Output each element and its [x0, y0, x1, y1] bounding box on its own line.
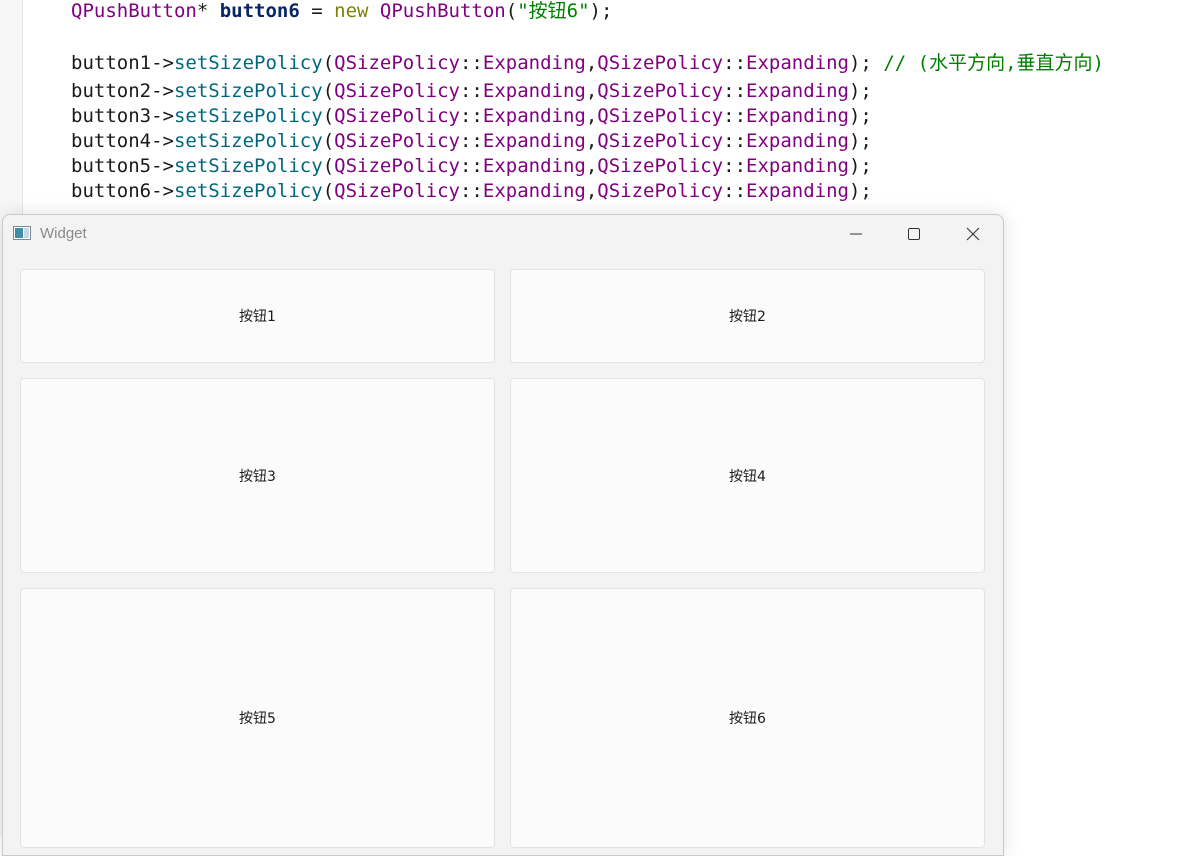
- code-line: button3->setSizePolicy(QSizePolicy::Expa…: [71, 105, 872, 127]
- code-line: button6->setSizePolicy(QSizePolicy::Expa…: [71, 180, 872, 202]
- push-button-1[interactable]: 按钮1: [20, 269, 495, 363]
- window-title: Widget: [40, 225, 87, 242]
- push-button-6[interactable]: 按钮6: [510, 588, 985, 848]
- maximize-button[interactable]: [885, 215, 943, 253]
- code-line: button1->setSizePolicy(QSizePolicy::Expa…: [71, 52, 1104, 74]
- push-button-2[interactable]: 按钮2: [510, 269, 985, 363]
- code-line: button2->setSizePolicy(QSizePolicy::Expa…: [71, 80, 872, 102]
- close-icon: [966, 227, 980, 241]
- minimize-icon: [850, 233, 862, 235]
- push-button-4[interactable]: 按钮4: [510, 378, 985, 573]
- code-comment: // (水平方向,垂直方向): [883, 52, 1104, 74]
- qt-app-icon: [13, 226, 31, 240]
- close-button[interactable]: [944, 215, 1002, 253]
- code-line: button4->setSizePolicy(QSizePolicy::Expa…: [71, 130, 872, 152]
- code-line: QPushButton* button6 = new QPushButton("…: [71, 0, 613, 22]
- title-bar[interactable]: Widget: [3, 215, 1003, 253]
- push-button-3[interactable]: 按钮3: [20, 378, 495, 573]
- maximize-icon: [908, 228, 920, 240]
- minimize-button[interactable]: [827, 215, 885, 253]
- push-button-5[interactable]: 按钮5: [20, 588, 495, 848]
- code-line: button5->setSizePolicy(QSizePolicy::Expa…: [71, 155, 872, 177]
- widget-window[interactable]: Widget 按钮1 按钮2 按钮3 按钮4 按钮5 按钮6: [2, 214, 1004, 856]
